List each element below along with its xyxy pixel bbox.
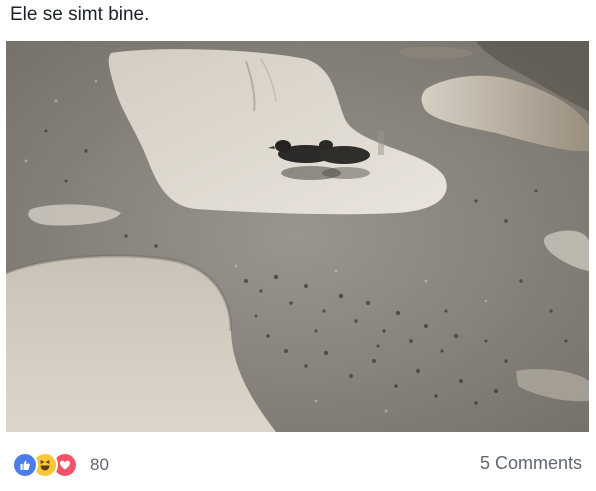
post-photo[interactable] — [6, 41, 589, 432]
reactions-summary[interactable]: 80 — [12, 452, 109, 478]
post-footer: 80 5 Comments — [0, 440, 596, 488]
comments-link[interactable]: 5 Comments — [480, 453, 582, 474]
pothole-photo — [6, 41, 589, 432]
like-icon — [12, 452, 38, 478]
reaction-count[interactable]: 80 — [90, 455, 109, 475]
post-caption: Ele se simt bine. — [10, 4, 150, 25]
